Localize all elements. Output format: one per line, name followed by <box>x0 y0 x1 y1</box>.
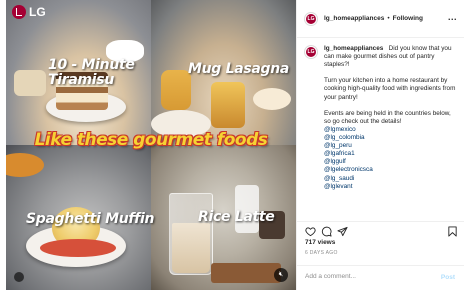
caption-area: LG lg_homeappliances Did you know that y… <box>297 38 464 216</box>
action-bar <box>297 221 464 239</box>
headline: Like these gourmet foods <box>34 130 268 150</box>
mention-link[interactable]: @lggulf <box>324 158 459 166</box>
comment-input[interactable] <box>305 273 425 280</box>
header-separator: • <box>387 15 390 22</box>
caption: lg_homeappliances Did you know that you … <box>324 45 459 191</box>
mug-lasagna <box>211 82 245 128</box>
bowl <box>253 88 291 110</box>
dish-label-lasagna: Mug Lasagna <box>188 61 290 77</box>
media-indicator-icon <box>14 272 24 282</box>
lg-avatar-icon: LG <box>306 13 316 24</box>
heart-icon[interactable] <box>305 226 316 237</box>
latte <box>172 223 210 273</box>
sauce <box>40 239 116 257</box>
caption-username[interactable]: lg_homeappliances <box>324 45 383 52</box>
header-username[interactable]: lg_homeappliances <box>324 15 384 22</box>
dish-label-tiramisu: 10 - Minute Tiramisu <box>48 57 135 88</box>
comment-bar: Post <box>297 265 464 290</box>
instagram-post: LG 10 - Minute Tiramisu Mug Lasagna Spag… <box>0 0 464 290</box>
more-options-icon[interactable]: ... <box>448 12 457 22</box>
view-count[interactable]: 717 views <box>305 239 335 246</box>
avatar[interactable]: LG <box>304 11 318 26</box>
mention-link[interactable]: @lgafrica1 <box>324 150 459 158</box>
caption-avatar[interactable]: LG <box>304 45 318 59</box>
share-icon[interactable] <box>337 226 348 237</box>
mention-link[interactable]: @lgelectronicsca <box>324 166 459 174</box>
mute-icon[interactable]: 🔇︎ <box>274 268 288 282</box>
mention-link[interactable]: @lg_saudi <box>324 175 459 183</box>
post-panel: LG lg_homeappliances • Following ... LG … <box>296 0 464 290</box>
post-media[interactable]: LG 10 - Minute Tiramisu Mug Lasagna Spag… <box>6 0 296 290</box>
wood-board <box>211 263 281 283</box>
dish-label-latte: Rice Latte <box>198 209 275 225</box>
mention-link[interactable]: @lg_peru <box>324 142 459 150</box>
lg-logo: LG <box>12 5 46 19</box>
post-button[interactable]: Post <box>441 274 455 281</box>
mention-link[interactable]: @lglevant <box>324 183 459 191</box>
dish <box>14 70 46 96</box>
tray <box>6 153 44 177</box>
caption-body: Turn your kitchen into a home restaurant… <box>324 77 456 101</box>
mention-link[interactable]: @lg_colombia <box>324 134 459 142</box>
mention-link[interactable]: @lgmexico <box>324 126 459 134</box>
lg-wordmark: LG <box>29 5 46 19</box>
post-header: LG lg_homeappliances • Following ... <box>297 0 464 38</box>
lg-face-icon <box>12 5 26 19</box>
lg-avatar-icon: LG <box>306 47 316 57</box>
comment-icon[interactable] <box>321 226 332 237</box>
bookmark-icon[interactable] <box>447 226 458 237</box>
caption-events: Events are being held in the countries b… <box>324 109 451 125</box>
dish-label-spaghetti: Spaghetti Muffin <box>26 211 155 227</box>
mug-lasagna <box>161 70 191 110</box>
following-button[interactable]: Following <box>393 15 423 22</box>
post-date[interactable]: 6 DAYS AGO <box>305 250 338 256</box>
